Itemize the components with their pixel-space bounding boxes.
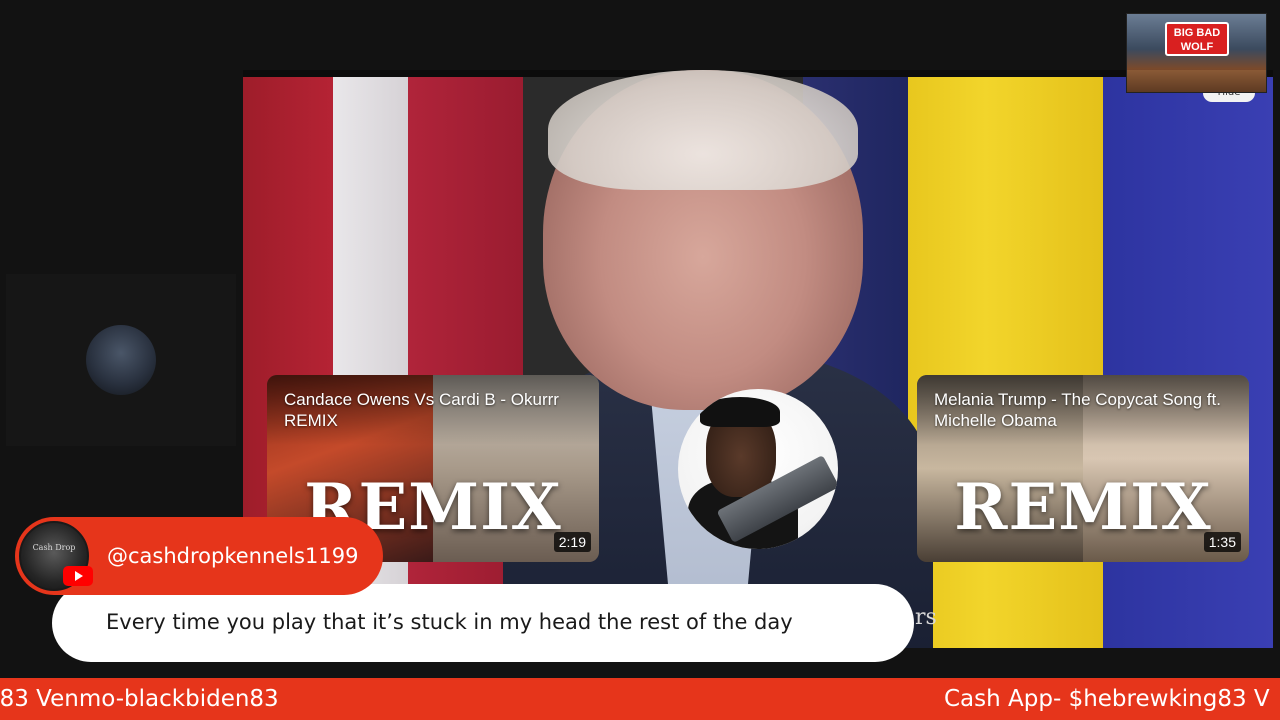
donation-ticker: g83 Venmo-blackbiden83 Cash App- $hebrew… [0,678,1280,720]
logo-line-1: BIG BAD [1173,27,1221,39]
ticker-text-left: g83 Venmo-blackbiden83 [0,686,279,712]
video-duration-badge: 2:19 [553,532,591,552]
webcam-person-cap [700,397,780,427]
youtube-icon [63,566,93,586]
chat-message-text: Every time you play that it’s stuck in m… [106,610,793,634]
channel-avatar [86,325,156,395]
stream-overlay: Hide rs BIG BAD WOLF Candace Owens Vs Ca… [0,0,1280,720]
speaker-hair [548,70,858,190]
logo-badge: BIG BAD WOLF [1165,22,1229,56]
streamer-webcam [678,389,838,549]
video-card[interactable]: Melania Trump - The Copycat Song ft. Mic… [917,375,1249,562]
remix-overlay-text: REMIX [954,470,1212,545]
avatar-logo-text: Cash Drop [32,543,76,552]
background-yellow [908,77,1103,648]
video-card-title: Candace Owens Vs Cardi B - Okurrr REMIX [284,390,559,430]
video-caption: rs [915,605,937,630]
background-blue [1103,77,1273,648]
logo-line-2: WOLF [1180,41,1214,53]
ticker-text-right: Cash App- $hebrewking83 V [944,686,1270,712]
chat-username: @cashdropkennels1199 [107,544,359,568]
logo-desk [1127,70,1266,92]
video-duration-badge: 1:35 [1203,532,1241,552]
video-card-title: Melania Trump - The Copycat Song ft. Mic… [934,390,1221,430]
big-bad-wolf-logo: BIG BAD WOLF [1126,13,1267,93]
